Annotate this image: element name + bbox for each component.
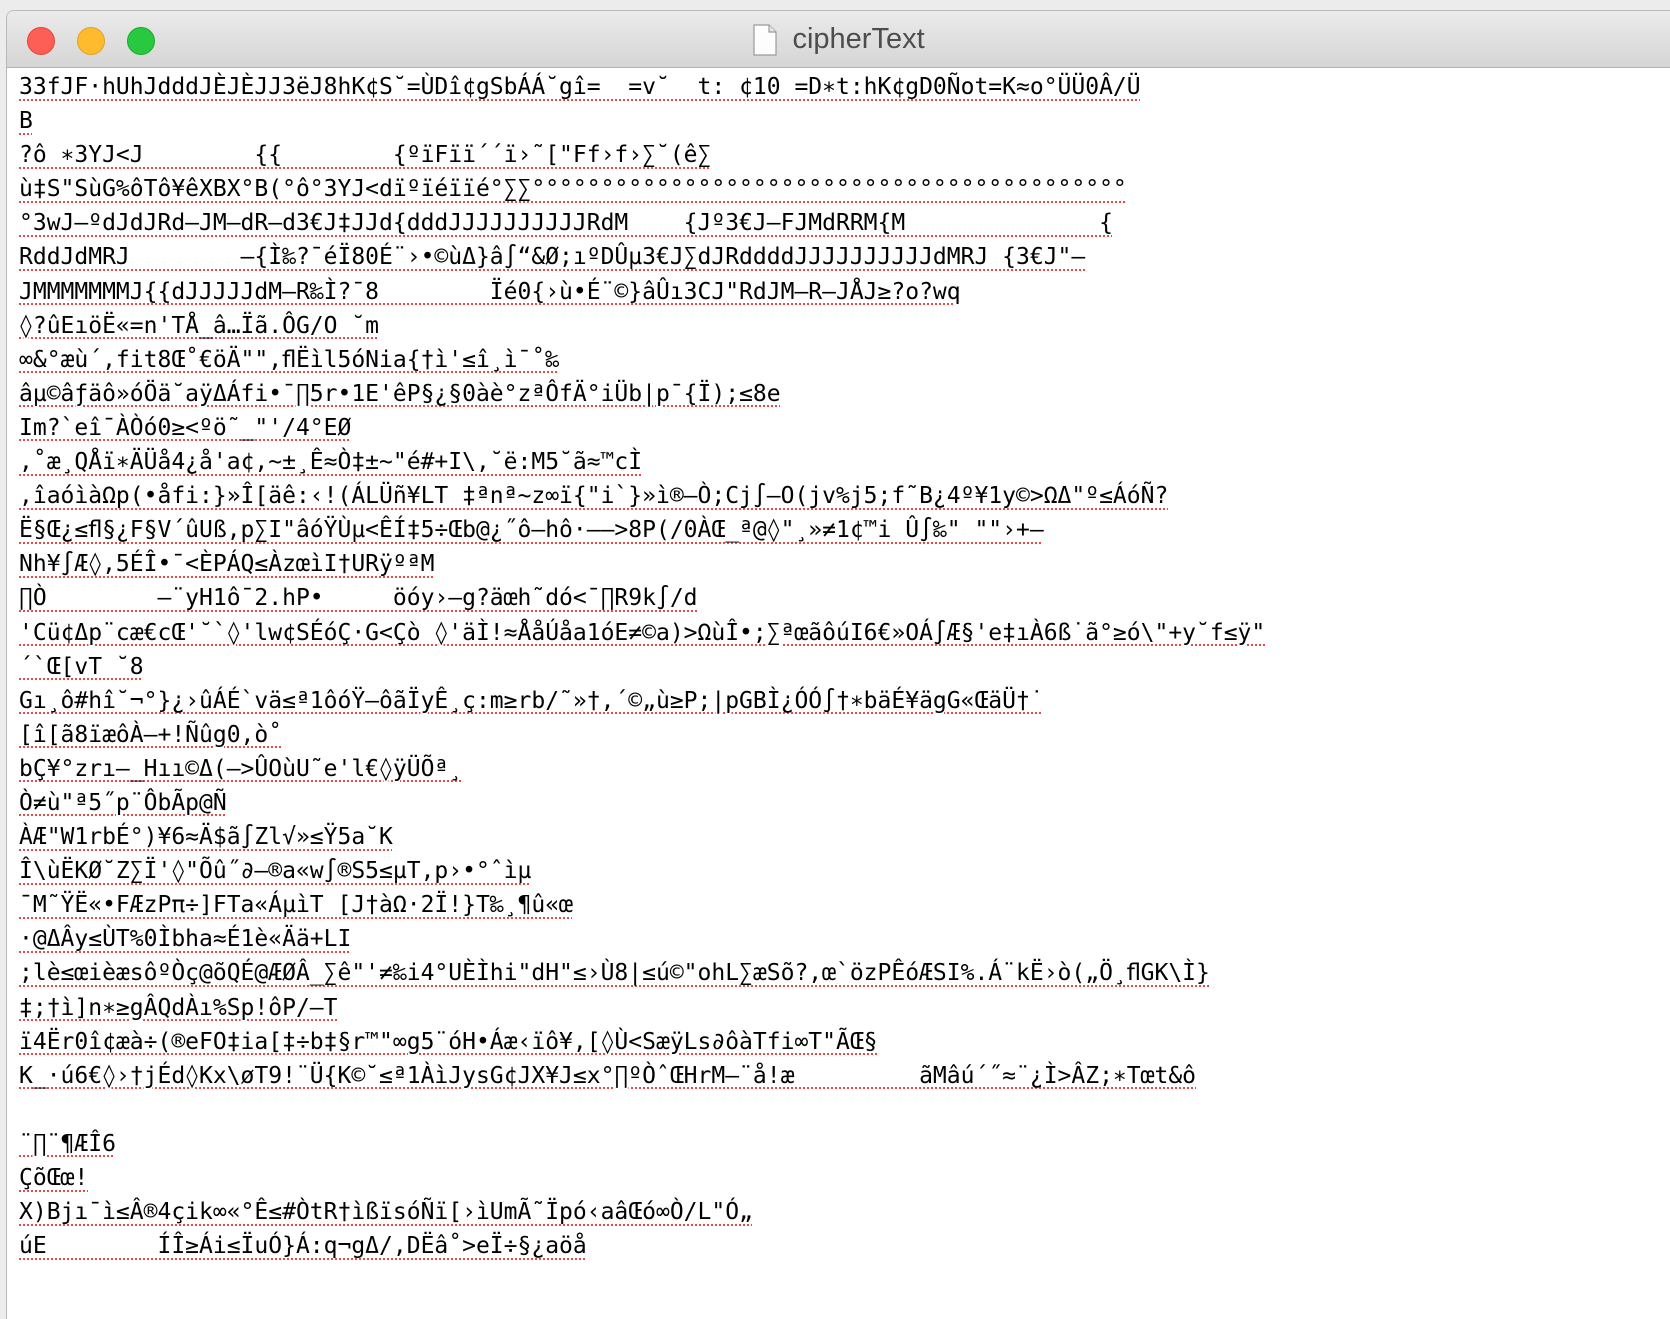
text-line[interactable]: ÇõŒœ!: [19, 1161, 1670, 1195]
text-line[interactable]: ?ô ∗3YJ<J {{ {ºïFïï´´ï›˜["Ff›f›∑˘(ê∑: [19, 138, 1670, 172]
text-line[interactable]: úE ÍÎ≥Ái≤ÏuÓ}Á:q¬gΔ/,DËâ˚>eÏ÷§¿aöå: [19, 1229, 1670, 1263]
text-line[interactable]: bÇ¥°zrı–_Hıı©Δ(–>ÛOùU˜e'l€◊ÿÜÕª¸: [19, 752, 1670, 786]
text-editor-window: cipherText 33fJF·hUhJdddJÈJÈJJ3ëJ8hK¢S˘=…: [6, 10, 1670, 1319]
window-title: cipherText: [792, 23, 925, 55]
text-line[interactable]: JMMMMMMMJ{{dJJJJJdM–R‰Ì?¯8 Ïé0{›ù•É¨©}âÛ…: [19, 275, 1670, 309]
text-line[interactable]: [î[ã8ïæôÀ–+!Ñûg0,ò˚: [19, 718, 1670, 752]
text-line[interactable]: 33fJF·hUhJdddJÈJÈJJ3ëJ8hK¢S˘=ÙDî¢gSbÁÁ˘g…: [19, 70, 1670, 104]
text-line[interactable]: ù‡S"SùG%ôTô¥êXBX°B(°ô°3YJ<dïºïéïïé°∑∑°°°…: [19, 172, 1670, 206]
text-line[interactable]: ·@ΔÂy≤ÙT%0Ìbha≈É1è«Ää+LI: [19, 922, 1670, 956]
text-line[interactable]: Nh¥∫Æ◊,5ÉÎ•¯<ÈPÁQ≤ÀzœìI†URÿºªM: [19, 547, 1670, 581]
text-line[interactable]: [19, 1093, 1670, 1127]
text-line[interactable]: ´`Œ[vT ˘8: [19, 650, 1670, 684]
text-line[interactable]: ¯M˜ŸË«•FÆzPπ÷]FTa«ÁµìT [J†àΩ·2Ï!}T‰¸¶û«œ: [19, 888, 1670, 922]
text-line[interactable]: ï4Ër0î¢æà÷(®eFO‡ia[‡÷b‡§r™"∞g5¨óH•Áæ‹ïô¥…: [19, 1025, 1670, 1059]
text-line[interactable]: ,îaóìàΩp(•åfi:}»Î[äê:‹!(ÁLÜñ¥LT ‡ªnª~z∞ï…: [19, 479, 1670, 513]
text-line[interactable]: K_·ú6€◊›†jÉd◊Kx\øT9!¨Ü{K©˘≤ª1ÀìJysG¢JX¥J…: [19, 1059, 1670, 1093]
title-bar[interactable]: cipherText: [7, 11, 1670, 68]
text-line[interactable]: Ë§Œ¿≤ﬂ§¿F§V´ûUß,p∑I"âóŸÙµ<ÊÍ‡5÷Œb@¿˝ô–hô…: [19, 513, 1670, 547]
text-line[interactable]: °3wJ–ºdJdJRd–JM–dR–d3€J‡JJd{dddJJJJJJJJJ…: [19, 206, 1670, 240]
text-line[interactable]: ,˚æ¸QÅï∗ÄÜå4¿å'a¢,~±¸Ê≈Ò‡±~"é#+I\,˘ë:M5˘…: [19, 445, 1670, 479]
text-line[interactable]: 'Cü¢Δp¨cæ€cŒ'˘`◊'lw¢SÉóÇ·G<Çò ◊'äÌ!≈ÅåÚå…: [19, 616, 1670, 650]
text-line[interactable]: RddJdMRJ –{Ì‰?¯éÏ80É¨›•©ùΔ}â∫“&Ø;ıºDÛµ3€…: [19, 240, 1670, 274]
text-line[interactable]: Ò≠ù"ª5˝p¨ÔbÃp@Ñ: [19, 786, 1670, 820]
text-line[interactable]: Im?`eî¯ÀÒó0≥<ºö˜_"'/4°EØ: [19, 411, 1670, 445]
text-line[interactable]: ∞&°æù´,fit8Œ˚€öÄ"",ﬂËìl5óNia{†ì'≤î¸ì¯˚‰: [19, 343, 1670, 377]
text-line[interactable]: X)Bjı¯ì≤Â®4çik∞«°Ê≤#ÒtR†ìßïsóÑï[›ìUmÃ˜Ïp…: [19, 1195, 1670, 1229]
text-line[interactable]: B: [19, 104, 1670, 138]
text-line[interactable]: ‡;†ì]n∗≥gÂQdÀı%Sp!ôP/–T: [19, 991, 1670, 1025]
text-line[interactable]: Gı¸ô#hî˘¬°}¿›ûÁÉ`vä≤ª1ôóŸ–ôãÏyÊ¸ç:m≥rb/˜…: [19, 684, 1670, 718]
text-line[interactable]: âµ©âƒäô»óÖä˘aÿΔÁfi•¯∏5r•1E'êP§¿§0àè°zªÔf…: [19, 377, 1670, 411]
window-title-group: cipherText: [7, 23, 1670, 56]
text-line[interactable]: ;lè≤œièæsôºÒç@õQÉ@ÆØÂ_∑ê"'≠‰i4°UÈÌhi"dH"…: [19, 956, 1670, 990]
text-line[interactable]: Î\ùËKØ˘Z∑Ï'◊"Õû˝∂–®a«w∫®S5≤µT,p›•°ˆìµ: [19, 854, 1670, 888]
text-line[interactable]: ∏Ò –¨yH1ô¯2.hP• öóy›–g?äœh˜dó<¯∏R9k∫/d: [19, 581, 1670, 615]
text-document-area[interactable]: 33fJF·hUhJdddJÈJÈJJ3ëJ8hK¢S˘=ÙDî¢gSbÁÁ˘g…: [7, 68, 1670, 1319]
text-line[interactable]: ÀÆ"W1rbÉ°)¥6≈Ä$ã∫Zl√»≤Ÿ5a˘K: [19, 820, 1670, 854]
text-line[interactable]: ¨∏¨¶ÆÎ6: [19, 1127, 1670, 1161]
document-icon[interactable]: [753, 23, 777, 56]
text-line[interactable]: ◊?ûEıöË«=n'TÅ_â…Ïã.ÔG/O ˘m: [19, 309, 1670, 343]
